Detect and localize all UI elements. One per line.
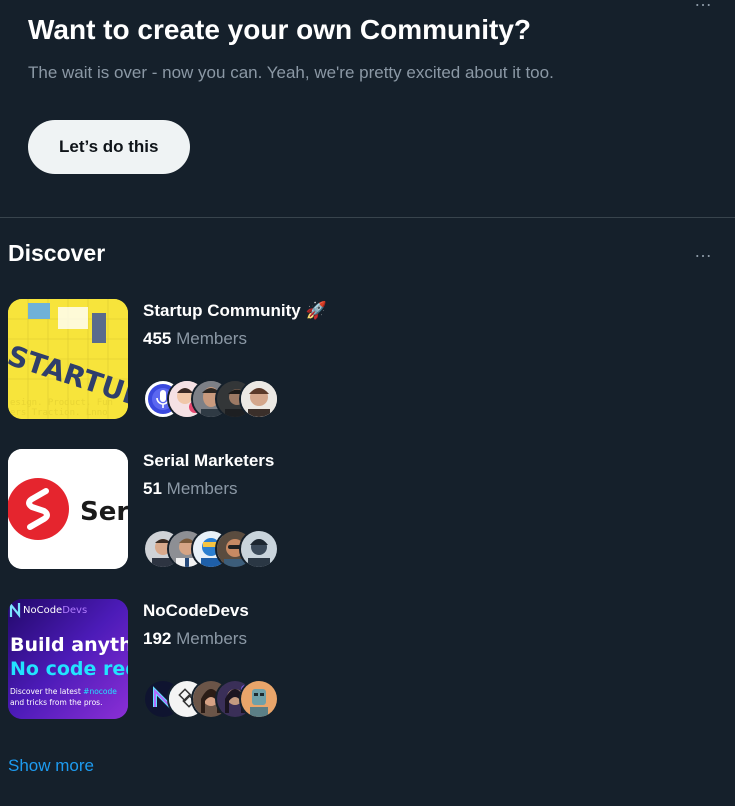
community-name[interactable]: Startup Community 🚀	[143, 301, 327, 321]
show-more-link[interactable]: Show more	[8, 756, 94, 776]
svg-text:NoCodeDevs: NoCodeDevs	[23, 605, 87, 616]
community-thumbnail-nocodedevs[interactable]: NoCodeDevs Build anythi No code req Disc…	[8, 599, 128, 719]
community-nocodedevs[interactable]: NoCodeDevs Build anythi No code req Disc…	[8, 599, 708, 719]
serial-thumb-text: Ser	[80, 497, 128, 527]
section-divider	[0, 217, 735, 218]
community-thumbnail-serial-marketers[interactable]: Ser	[8, 449, 128, 569]
community-name[interactable]: Serial Marketers	[143, 451, 274, 471]
community-serial-marketers[interactable]: Ser Serial Marketers 51 Members	[8, 449, 708, 569]
nocode-thumb-brand: NoCode	[23, 605, 62, 616]
lets-do-this-button[interactable]: Let’s do this	[28, 120, 190, 174]
promo-subtitle: The wait is over - now you can. Yeah, we…	[28, 63, 554, 82]
create-community-promo: Want to create your own Community? The w…	[0, 0, 735, 203]
avatar	[239, 529, 279, 569]
nocode-thumb-small1b: #nocode	[83, 687, 117, 696]
nocode-thumb-brand-accent: Devs	[62, 605, 87, 616]
startup-thumb-small1: esign. Product. Fun	[10, 398, 113, 408]
discover-heading: Discover	[8, 240, 106, 266]
community-thumbnail-startup[interactable]: STARTUP esign. Product. Fun ers Traction…	[8, 299, 128, 419]
rocket-emoji: 🚀	[305, 301, 327, 320]
nocode-thumb-line2: No code req	[10, 658, 128, 680]
avatar	[239, 679, 279, 719]
nocode-thumb-small1a: Discover the latest	[10, 687, 83, 696]
promo-title: Want to create your own Community?	[28, 14, 531, 45]
member-count: 51 Members	[143, 479, 238, 498]
community-startup[interactable]: STARTUP esign. Product. Fun ers Traction…	[8, 299, 708, 419]
nocode-thumb-line1: Build anythi	[10, 634, 128, 656]
member-count: 455 Members	[143, 329, 247, 348]
avatar	[239, 379, 279, 419]
startup-thumb-small2: ers Traction. Lnno	[10, 408, 108, 418]
discover-more-icon[interactable]: …	[694, 241, 713, 262]
member-count: 192 Members	[143, 629, 247, 648]
community-name[interactable]: NoCodeDevs	[143, 601, 249, 621]
nocode-thumb-small2: and tricks from the pros.	[10, 698, 102, 707]
svg-text:Discover the latest #nocode: Discover the latest #nocode	[10, 687, 117, 696]
promo-more-icon[interactable]: …	[694, 0, 713, 11]
